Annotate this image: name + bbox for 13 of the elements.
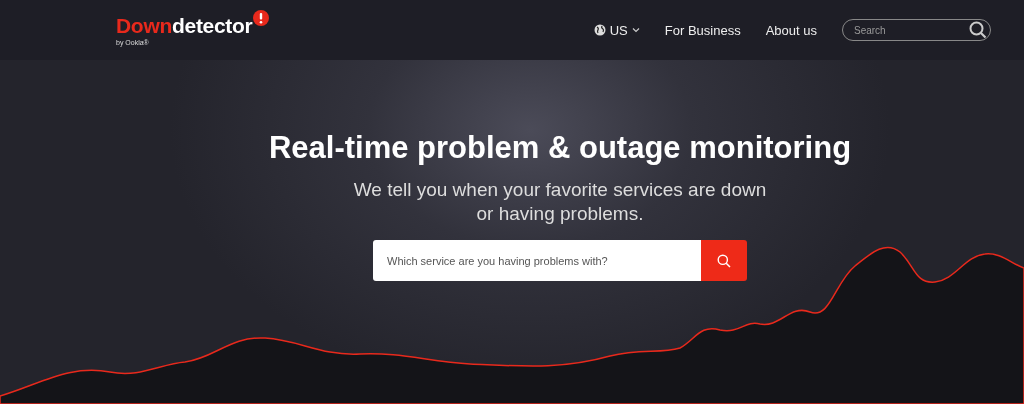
search-icon: [717, 253, 731, 268]
chevron-down-icon: [631, 27, 640, 33]
exclamation-badge-icon: [253, 10, 270, 26]
search-field[interactable]: Search: [842, 19, 991, 41]
globe-icon: [593, 24, 606, 36]
region-selector[interactable]: US: [593, 22, 640, 38]
nav-link[interactable]: About us: [765, 22, 817, 38]
search-icon[interactable]: [969, 21, 987, 39]
hero-subtitle: We tell you when your favorite services are down or having problems.: [353, 178, 767, 226]
logo-wordmark[interactable]: Downdetector: [116, 14, 253, 38]
nav-link[interactable]: For Business: [664, 22, 741, 38]
hero-title: Real-time problem & outage monitoring: [268, 130, 852, 166]
service-search-field[interactable]: Which service are you having problems with?: [373, 240, 701, 281]
